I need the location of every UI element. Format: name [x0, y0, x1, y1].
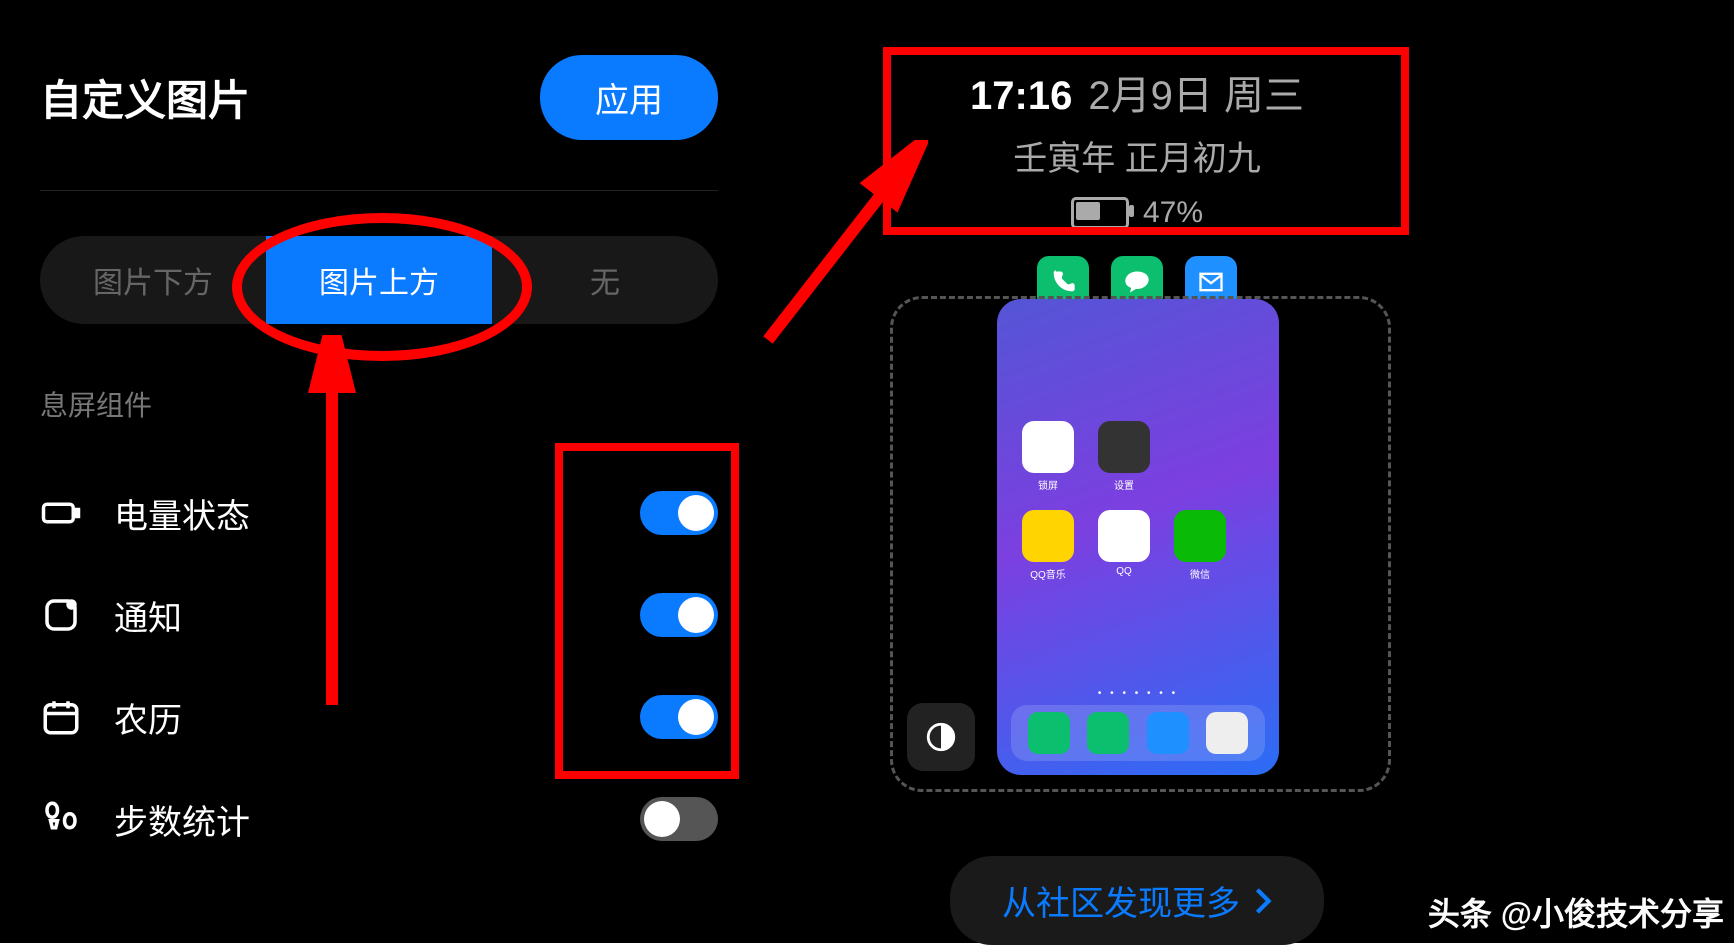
- page-title: 自定义图片: [40, 67, 250, 128]
- preview-app-grid: 锁屏 设置 QQ音乐 QQ 微信: [1019, 421, 1229, 581]
- aod-date: 2月9日 周三: [1088, 74, 1304, 118]
- chevron-right-icon: [1254, 887, 1272, 915]
- toggle-lunar[interactable]: [640, 695, 718, 739]
- notify-icon: [40, 594, 82, 636]
- wallpaper-preview: 锁屏 设置 QQ音乐 QQ 微信 • • • • • • •: [997, 299, 1279, 775]
- image-preview-box[interactable]: 锁屏 设置 QQ音乐 QQ 微信 • • • • • • •: [890, 296, 1391, 792]
- app-settings-label: 设置: [1095, 477, 1153, 492]
- calendar-icon: [40, 696, 82, 738]
- aod-battery-row: 47%: [758, 196, 1516, 230]
- battery-level-icon: [1071, 197, 1129, 229]
- app-lock-label: 锁屏: [1019, 477, 1077, 492]
- app-wechat-label: 微信: [1171, 566, 1229, 581]
- app-qqmusic-label: QQ音乐: [1019, 566, 1077, 581]
- aod-line1: 17:16 2月9日 周三: [758, 63, 1516, 121]
- aod-lunar: 壬寅年 正月初九: [758, 131, 1516, 180]
- preview-panel-right: 17:16 2月9日 周三 壬寅年 正月初九 47%: [758, 0, 1516, 943]
- aod-time: 17:16: [970, 74, 1072, 118]
- preview-page-dots: • • • • • • •: [997, 688, 1279, 699]
- contrast-button[interactable]: [907, 703, 975, 771]
- toggle-battery[interactable]: [640, 491, 718, 535]
- row-battery[interactable]: 电量状态: [40, 462, 718, 564]
- settings-panel-left: 自定义图片 应用 图片下方 图片上方 无 息屏组件 电量状态 通知: [0, 0, 758, 943]
- row-lunar[interactable]: 农历: [40, 666, 718, 768]
- row-label: 农历: [114, 693, 640, 742]
- aod-battery-pct: 47%: [1143, 196, 1203, 230]
- watermark: 头条 @小俊技术分享: [1428, 889, 1724, 935]
- row-label: 通知: [114, 591, 640, 640]
- toggle-steps[interactable]: [640, 797, 718, 841]
- preview-dock: [1011, 705, 1265, 761]
- battery-icon: [40, 492, 82, 534]
- more-link-label: 从社区发现更多: [1002, 876, 1240, 925]
- steps-icon: [40, 798, 82, 840]
- segment-none[interactable]: 无: [492, 236, 718, 324]
- apply-button[interactable]: 应用: [540, 55, 718, 140]
- more-link-wrap: 从社区发现更多: [758, 856, 1516, 945]
- section-label: 息屏组件: [40, 384, 718, 424]
- row-label: 步数统计: [114, 795, 640, 844]
- toggle-notify[interactable]: [640, 593, 718, 637]
- aod-preview: 17:16 2月9日 周三 壬寅年 正月初九 47%: [758, 63, 1516, 308]
- segment-above[interactable]: 图片上方: [266, 236, 492, 324]
- more-from-community-link[interactable]: 从社区发现更多: [950, 856, 1324, 945]
- position-segment: 图片下方 图片上方 无: [40, 236, 718, 324]
- position-segment-wrap: 图片下方 图片上方 无: [40, 191, 718, 362]
- row-label: 电量状态: [114, 489, 640, 538]
- app-qq-label: QQ: [1095, 566, 1153, 577]
- row-steps[interactable]: 步数统计: [40, 768, 718, 870]
- row-notify[interactable]: 通知: [40, 564, 718, 666]
- segment-below[interactable]: 图片下方: [40, 236, 266, 324]
- header: 自定义图片 应用: [40, 0, 718, 191]
